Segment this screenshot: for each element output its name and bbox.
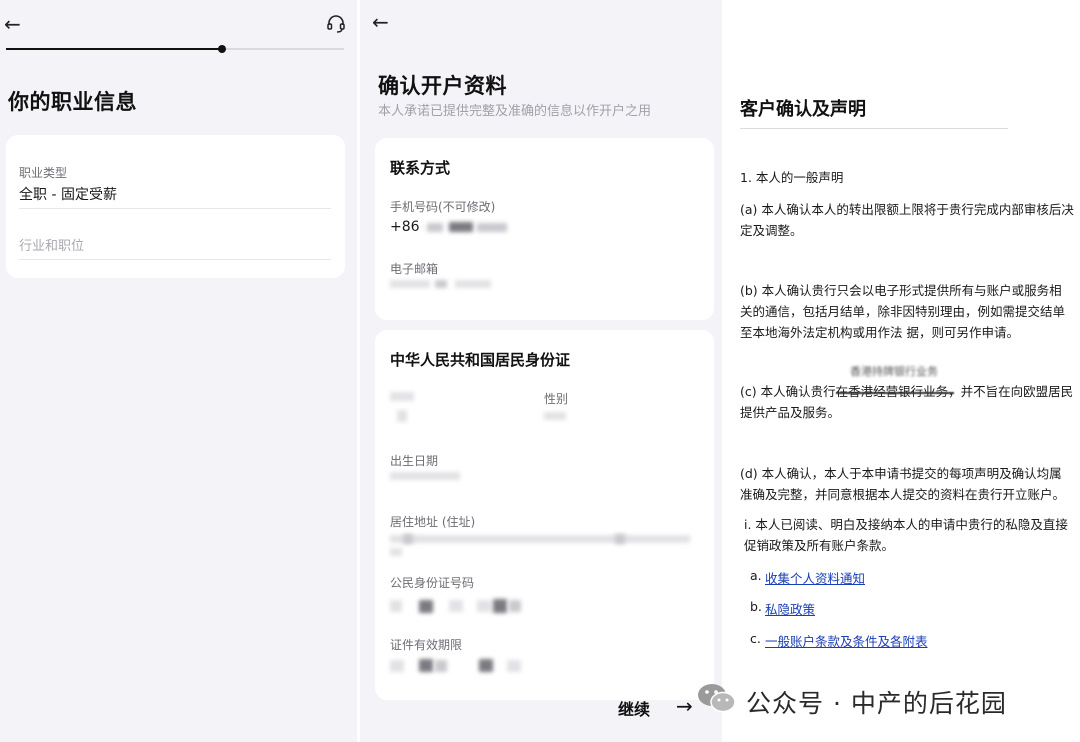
divider (19, 208, 331, 209)
redacted-address (615, 534, 625, 544)
occupation-type-label: 职业类型 (19, 166, 68, 180)
redacted-id (493, 599, 507, 613)
redacted-email (435, 280, 447, 288)
industry-position-field[interactable]: 行业和职位 (19, 235, 84, 254)
gender-label: 性别 (544, 392, 569, 406)
redacted-validity (507, 660, 521, 672)
section-heading: 1. 本人的一般声明 (740, 170, 844, 185)
email-label: 电子邮箱 (390, 262, 439, 276)
progress-dot (218, 45, 227, 53)
redacted-validity (435, 660, 447, 672)
validity-label: 证件有效期限 (390, 638, 463, 652)
redacted-name (397, 410, 407, 422)
redacted-email (455, 280, 491, 288)
link-general-terms[interactable]: 一般账户条款及条件及各附表 (765, 631, 928, 650)
declaration-b: (b) 本人确认贵行只会以电子形式提供所有与账户或服务相关的通信，包括月结单，除… (740, 283, 1066, 340)
strikethrough-mark (836, 392, 954, 394)
page-title: 确认开户资料 (378, 74, 507, 98)
redacted-address (390, 535, 690, 543)
redacted-id (509, 600, 521, 612)
arrow-right-icon[interactable]: → (676, 694, 693, 718)
declaration-title: 客户确认及声明 (740, 99, 866, 120)
redacted-name-label (390, 392, 414, 401)
redacted-id (449, 600, 463, 612)
redacted-email (390, 280, 430, 288)
redacted-validity (390, 660, 404, 672)
redacted-phone (477, 223, 507, 232)
redacted-gender (544, 412, 566, 420)
redacted-phone (449, 222, 473, 232)
occupation-type-value[interactable]: 全职 - 固定受薪 (19, 184, 117, 204)
dob-label: 出生日期 (390, 454, 439, 468)
id-number-label: 公民身份证号码 (390, 576, 475, 590)
id-card-section: 中华人民共和国居民身份证 性别 出生日期 居住地址 (住址) 公民身份证号码 证… (375, 330, 714, 700)
declaration-i: i. 本人已阅读、明白及接纳本人的申请中贵行的私隐及直接促销政策及所有账户条款。 (744, 517, 1068, 553)
overlay-text: 香港持牌银行业务 (850, 365, 938, 378)
redacted-id (419, 600, 433, 613)
address-label: 居住地址 (住址) (390, 515, 476, 529)
occupation-card: 职业类型 全职 - 固定受薪 行业和职位 (6, 135, 345, 278)
declaration-d: (d) 本人确认，本人于本申请书提交的每项声明及确认均属准确及完整，并同意根据本… (740, 466, 1066, 502)
link-bullet: c. (750, 631, 761, 646)
redacted-address (390, 548, 402, 556)
back-arrow-icon[interactable]: ← (4, 14, 21, 34)
section-title-contact: 联系方式 (390, 159, 451, 177)
link-privacy-policy[interactable]: 私隐政策 (765, 599, 815, 618)
link-bullet: b. (750, 599, 762, 614)
contact-card: 联系方式 手机号码(不可修改) +86 电子邮箱 (375, 138, 714, 320)
phone-label: 手机号码(不可修改) (390, 200, 496, 214)
confirm-account-screen: ← 确认开户资料 本人承诺已提供完整及准确的信息以作开户之用 联系方式 手机号码… (360, 0, 722, 742)
declaration-a: (a) 本人确认本人的转出限额上限将于贵行完成内部审核后决定及调整。 (740, 202, 1074, 238)
divider (740, 128, 1008, 129)
divider (19, 259, 331, 260)
redacted-dob (390, 472, 460, 480)
progress-bar (6, 45, 344, 53)
redacted-validity (479, 659, 493, 672)
link-bullet: a. (750, 568, 762, 583)
redacted-phone (427, 223, 443, 232)
link-collect-personal-data[interactable]: 收集个人资料通知 (765, 568, 865, 587)
page-subtitle: 本人承诺已提供完整及准确的信息以作开户之用 (378, 104, 652, 119)
wechat-icon (698, 684, 736, 713)
progress-fill (6, 48, 223, 50)
redacted-id (390, 600, 402, 612)
redacted-validity (419, 659, 433, 672)
back-arrow-icon[interactable]: ← (372, 12, 389, 32)
occupation-screen: ← 你的职业信息 职业类型 全职 - 固定受薪 行业和职位 (0, 0, 357, 742)
page-title: 你的职业信息 (8, 90, 137, 114)
section-title-id: 中华人民共和国居民身份证 (390, 351, 571, 369)
redacted-id (477, 600, 491, 612)
watermark-text: 公众号 · 中产的后花园 (746, 689, 1007, 718)
declaration-c: (c) 本人确认贵行在香港经营银行业务，并不旨在向欧盟居民提供产品及服务。 (740, 384, 1074, 420)
continue-button[interactable]: 继续 (618, 696, 650, 720)
headset-icon[interactable] (326, 14, 346, 34)
redacted-address (403, 534, 413, 544)
phone-prefix: +86 (390, 219, 420, 235)
